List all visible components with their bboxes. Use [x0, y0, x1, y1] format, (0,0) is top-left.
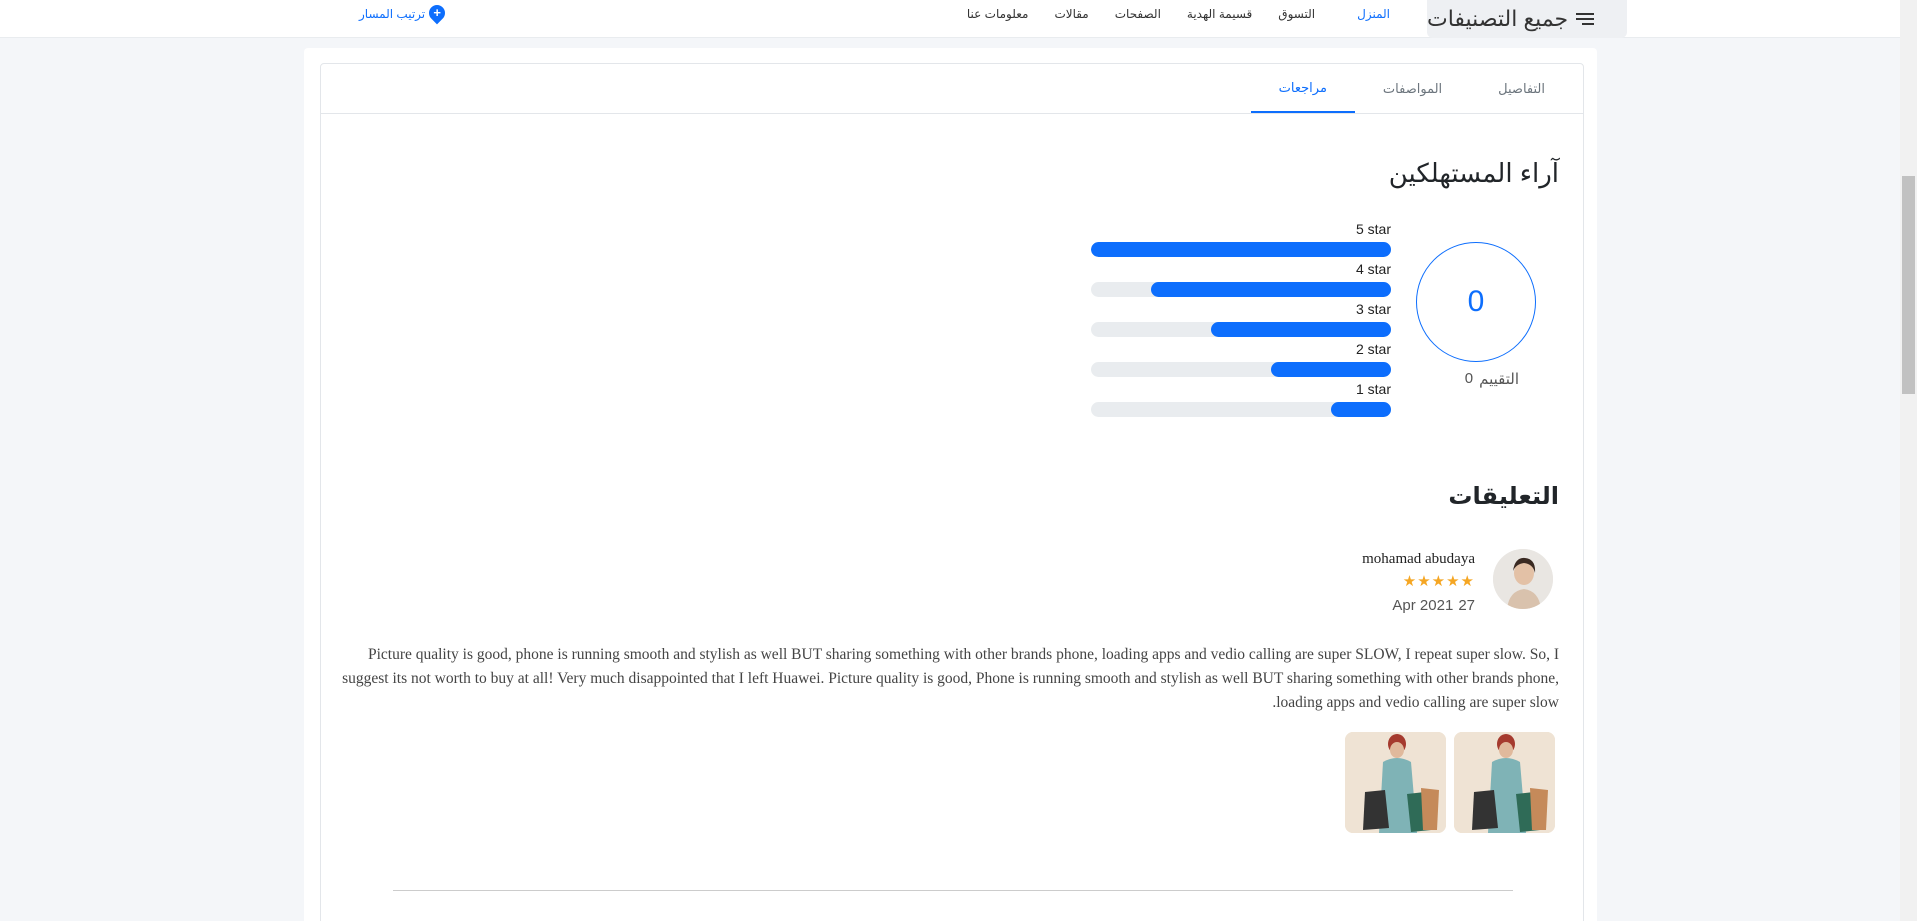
rating-bar-row: 3 star: [1091, 301, 1391, 341]
rating-bar-track: [1091, 362, 1391, 377]
all-categories-label: جميع التصنيفات: [1427, 6, 1569, 31]
rating-bar-fill: [1091, 242, 1391, 257]
review-stars: ★★★★★: [1402, 573, 1475, 590]
review-text: Picture quality is good, phone is runnin…: [342, 646, 1559, 711]
review-photos: [1345, 732, 1555, 833]
rating-bar-fill: [1331, 402, 1391, 417]
rating-bar-fill: [1211, 322, 1391, 337]
average-rating-circle: 0: [1416, 242, 1536, 362]
menu-icon: [1576, 13, 1595, 25]
top-navbar: جميع التصنيفات المنزل التسوق قسيمة الهدي…: [0, 0, 1900, 38]
rating-bar-track: [1091, 322, 1391, 337]
rating-bar-track: [1091, 242, 1391, 257]
page-scrollbar[interactable]: [1900, 0, 1917, 921]
nav-link-gift-voucher[interactable]: قسيمة الهدية: [1187, 7, 1252, 21]
rating-count-label: التقييم: [1479, 371, 1519, 388]
review-date: 27 Apr 2021: [1392, 597, 1475, 614]
track-order-link[interactable]: + ترتيب المسار: [359, 1, 449, 25]
shopping-woman-image: [1345, 732, 1446, 833]
rating-bar-track: [1091, 282, 1391, 297]
rating-bar-label: 2 star: [1355, 341, 1391, 357]
rating-bar-fill: [1271, 362, 1391, 377]
location-pin-icon: +: [425, 1, 449, 25]
review-photo[interactable]: [1454, 732, 1555, 833]
nav-link-about[interactable]: معلومات عنا: [967, 7, 1029, 21]
rating-bar-label: 5 star: [1355, 221, 1391, 237]
review-divider: [393, 890, 1513, 891]
rating-count: التقييم 0: [1465, 370, 1519, 388]
avatar-image: [1493, 549, 1553, 609]
rating-bar-track: [1091, 402, 1391, 417]
nav-link-home[interactable]: المنزل: [1357, 7, 1390, 21]
tab-reviews[interactable]: مراجعات: [1250, 64, 1355, 113]
nav-link-shop[interactable]: التسوق: [1278, 7, 1315, 21]
reviewer-name: mohamad abudaya: [1362, 551, 1475, 567]
scrollbar-thumb[interactable]: [1902, 176, 1915, 394]
rating-bar-label: 3 star: [1355, 301, 1391, 317]
tab-divider: [321, 113, 1583, 114]
comments-heading: التعليقات: [1448, 483, 1559, 510]
reviews-heading: آراء المستهلكين: [1388, 158, 1559, 188]
review-date-rest: Apr 2021: [1392, 597, 1454, 614]
nav-link-pages[interactable]: الصفحات: [1115, 7, 1161, 21]
tab-details[interactable]: التفاصيل: [1470, 64, 1573, 113]
rating-bar-fill: [1151, 282, 1391, 297]
reviewer-avatar: [1493, 549, 1553, 609]
rating-bar-label: 4 star: [1355, 261, 1391, 277]
shopping-woman-image: [1454, 732, 1555, 833]
average-rating-value: 0: [1467, 285, 1485, 318]
rating-bar-row: 5 star: [1091, 221, 1391, 261]
tabs-card: التفاصيل المواصفات مراجعات آراء المستهلك…: [320, 63, 1584, 921]
all-categories-button[interactable]: جميع التصنيفات: [1427, 0, 1627, 38]
tab-bar: التفاصيل المواصفات مراجعات: [1250, 64, 1583, 114]
rating-bar-row: 1 star: [1091, 381, 1391, 421]
rating-bar-row: 2 star: [1091, 341, 1391, 381]
rating-bar-label: 1 star: [1355, 381, 1391, 397]
rating-count-value: 0: [1464, 370, 1474, 387]
tab-specifications[interactable]: المواصفات: [1355, 64, 1470, 113]
main-nav: المنزل التسوق قسيمة الهدية الصفحات مقالا…: [967, 7, 1390, 21]
nav-link-articles[interactable]: مقالات: [1054, 7, 1088, 21]
rating-bar-row: 4 star: [1091, 261, 1391, 301]
track-order-label: ترتيب المسار: [359, 7, 426, 21]
review-photo[interactable]: [1345, 732, 1446, 833]
review-date-day: 27: [1458, 597, 1475, 614]
product-tabs-section: التفاصيل المواصفات مراجعات آراء المستهلك…: [304, 48, 1597, 921]
rating-breakdown: 5 star 4 star 3 star 2 star 1 star: [1091, 221, 1391, 421]
